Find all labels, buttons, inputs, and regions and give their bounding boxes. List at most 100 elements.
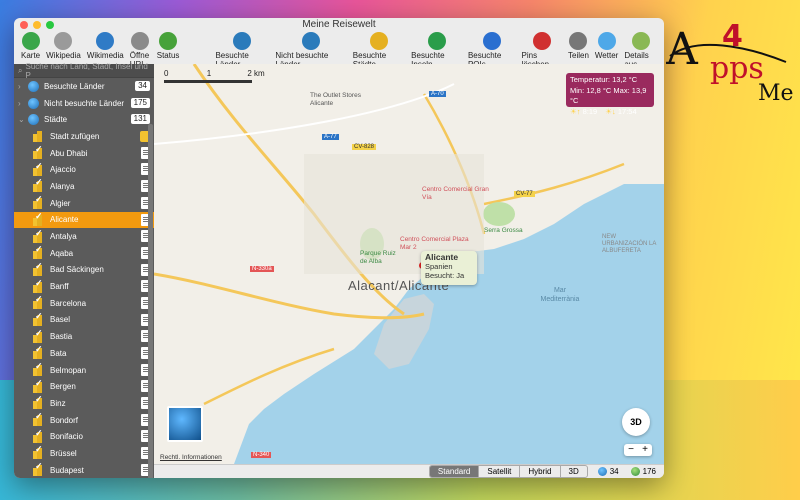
a77-shield: A-77 <box>322 134 339 140</box>
sidebar-item-bad-sackingen[interactable]: ✓ Bad Säckingen <box>14 261 154 279</box>
map-mode-hybrid[interactable]: Hybrid <box>520 466 561 477</box>
sidebar-group-label: Nicht besuchte Länder <box>44 98 125 108</box>
chevron-down-icon[interactable]: ⌄ <box>18 115 28 124</box>
map-view[interactable]: 0 1 2 km The Outlet Stores Alicante Cent… <box>154 64 664 464</box>
sidebar-group-besuchte-lander[interactable]: › Besuchte Länder 34 <box>14 78 154 95</box>
sidebar-item-label: Ajaccio <box>50 165 76 175</box>
apps4me-logo: A pps 4 Me <box>666 19 794 106</box>
globe-thumbnail-button[interactable] <box>167 406 203 442</box>
chevron-right-icon[interactable]: › <box>18 82 28 91</box>
delete-pin-icon <box>532 32 551 50</box>
sidebar-scrollbar[interactable] <box>148 124 153 478</box>
search-input[interactable]: Suche nach Land, Stadt, Insel und P <box>25 62 150 80</box>
sidebar-item-barcelona[interactable]: ✓ Barcelona <box>14 294 154 312</box>
sidebar-item-abu-dhabi[interactable]: ✓ Abu Dhabi <box>14 144 154 162</box>
ring-road <box>154 83 455 145</box>
sidebar-item-budapest[interactable]: ✓ Budapest <box>14 461 154 478</box>
wikipedia-icon <box>54 32 73 50</box>
minimize-button[interactable] <box>33 21 41 29</box>
weather-panel: Temperatur: 13,2 °C Min: 12,8 °C Max: 13… <box>566 73 654 116</box>
sidebar-item-label: Bad Säckingen <box>50 265 104 275</box>
zoom-control: − + <box>624 444 652 456</box>
sidebar-item-bondorf[interactable]: ✓ Bondorf <box>14 411 154 429</box>
map-icon <box>21 32 40 50</box>
sidebar-item-bata[interactable]: ✓ Bata <box>14 344 154 362</box>
details-map-icon <box>631 32 650 50</box>
scale-bar <box>164 80 252 83</box>
count-badge: 131 <box>130 114 150 125</box>
sidebar-item-basel[interactable]: ✓ Basel <box>14 311 154 329</box>
sidebar-item-bergen[interactable]: ✓ Bergen <box>14 378 154 395</box>
sidebar-search[interactable]: ⌕ Suche nach Land, Stadt, Insel und P <box>14 62 154 80</box>
zoom-button[interactable] <box>46 21 54 29</box>
sunrise-time: 8:19 <box>582 106 598 116</box>
sidebar-group-stadte[interactable]: ⌄ Städte 131 <box>14 111 154 128</box>
compass-3d-button[interactable]: 3D <box>622 408 650 436</box>
map-mode-standard[interactable]: Standard <box>429 466 480 477</box>
sidebar-item-bastia[interactable]: ✓ Bastia <box>14 328 154 345</box>
city-icon: ✓ <box>32 228 44 243</box>
city-icon: ✓ <box>32 211 44 226</box>
cv828-shield: CV-828 <box>352 144 377 150</box>
map-mode-satellit[interactable]: Satellit <box>479 466 521 477</box>
statusbar: Standard Satellit Hybrid 3D 34 176 <box>154 464 664 478</box>
map-mode-3d[interactable]: 3D <box>561 466 587 477</box>
weather-icon <box>597 32 616 50</box>
sunset-icon: ☀↓ <box>605 106 616 116</box>
close-button[interactable] <box>20 21 28 29</box>
sidebar-item-ajaccio[interactable]: ✓ Ajaccio <box>14 161 154 178</box>
sidebar-item-label: Belmopan <box>50 365 87 375</box>
sidebar-item-aqaba[interactable]: ✓ Aqaba <box>14 244 154 262</box>
albufereta-label: NEW URBANIZACIÓN LA ALBUFERETA <box>602 234 657 254</box>
sidebar-item-bonifacio[interactable]: ✓ Bonifacio <box>14 428 154 445</box>
sea-label: Mar Mediterrània <box>540 287 580 303</box>
globe-icon <box>28 97 39 109</box>
map-scale: 0 1 2 km <box>164 69 265 83</box>
sidebar-item-alanya[interactable]: ✓ Alanya <box>14 177 154 195</box>
sidebar-item-label: Bergen <box>50 382 76 392</box>
scale-label-1: 1 <box>206 69 212 78</box>
toolbar: KarteWikipediaWikimediaÖffne URLStatus B… <box>14 32 664 69</box>
sidebar-item-brussel[interactable]: ✓ Brüssel <box>14 444 154 462</box>
toolbar-label: Wetter <box>594 51 619 60</box>
sidebar-group-label: Städte <box>44 115 68 125</box>
sidebar-item-antalya[interactable]: ✓ Antalya <box>14 228 154 245</box>
sidebar-item-alicante[interactable]: ✓ Alicante <box>14 211 154 229</box>
outlet-label: The Outlet Stores Alicante <box>310 92 361 107</box>
city-icon: ✓ <box>32 444 44 460</box>
zoom-in-button[interactable]: + <box>638 444 652 456</box>
sidebar-item-label: Bata <box>50 348 67 358</box>
sidebar-item-algier[interactable]: ✓ Algier <box>14 194 154 212</box>
legal-link[interactable]: Rechtl. Informationen <box>160 454 222 461</box>
city-icon: ✓ <box>32 344 44 360</box>
toolbar-label: Teilen <box>568 51 589 60</box>
scale-label-0: 0 <box>164 69 169 78</box>
sunset-time: 17:54 <box>617 106 637 116</box>
sidebar-list: › Besuchte Länder 34 › Nicht besuchte Länder… <box>14 78 154 478</box>
sidebar-item-belmopan[interactable]: ✓ Belmopan <box>14 361 154 379</box>
sidebar-item-label: Alanya <box>50 181 75 191</box>
sidebar-item-binz[interactable]: ✓ Binz <box>14 394 154 412</box>
add-city-item[interactable]: Stadt zufügen <box>14 128 154 145</box>
city-icon: ✓ <box>32 378 44 393</box>
visited-globe-icon <box>597 467 607 476</box>
globe-icon <box>28 80 39 92</box>
city-icon: ✓ <box>32 194 44 210</box>
toolbar-label: Wikipedia <box>46 51 81 60</box>
window-title: Meine Reisewelt <box>302 19 376 30</box>
zoom-out-button[interactable]: − <box>624 444 638 456</box>
city-icon: ✓ <box>32 177 44 193</box>
callout-country: Spanien <box>425 262 453 271</box>
unvisited-globe-icon <box>630 467 640 476</box>
chevron-right-icon[interactable]: › <box>18 99 28 108</box>
location-callout[interactable]: Alicante Spanien Besucht: Ja <box>421 251 477 285</box>
sidebar-item-label: Basel <box>50 315 71 325</box>
city-icon: ✓ <box>32 461 44 477</box>
sidebar-item-label: Barcelona <box>50 298 87 308</box>
sidebar-item-banff[interactable]: ✓ Banff <box>14 278 154 295</box>
sidebar-group-nicht-besuchte-lander[interactable]: › Nicht besuchte Länder 175 <box>14 95 154 112</box>
app-window: Meine Reisewelt Karte Wikipedia Wikimedia Ö… <box>14 18 664 478</box>
sidebar-item-label: Budapest <box>50 465 84 475</box>
sidebar-item-label: Antalya <box>50 232 77 242</box>
sidebar-item-label: Bastia <box>50 332 73 342</box>
